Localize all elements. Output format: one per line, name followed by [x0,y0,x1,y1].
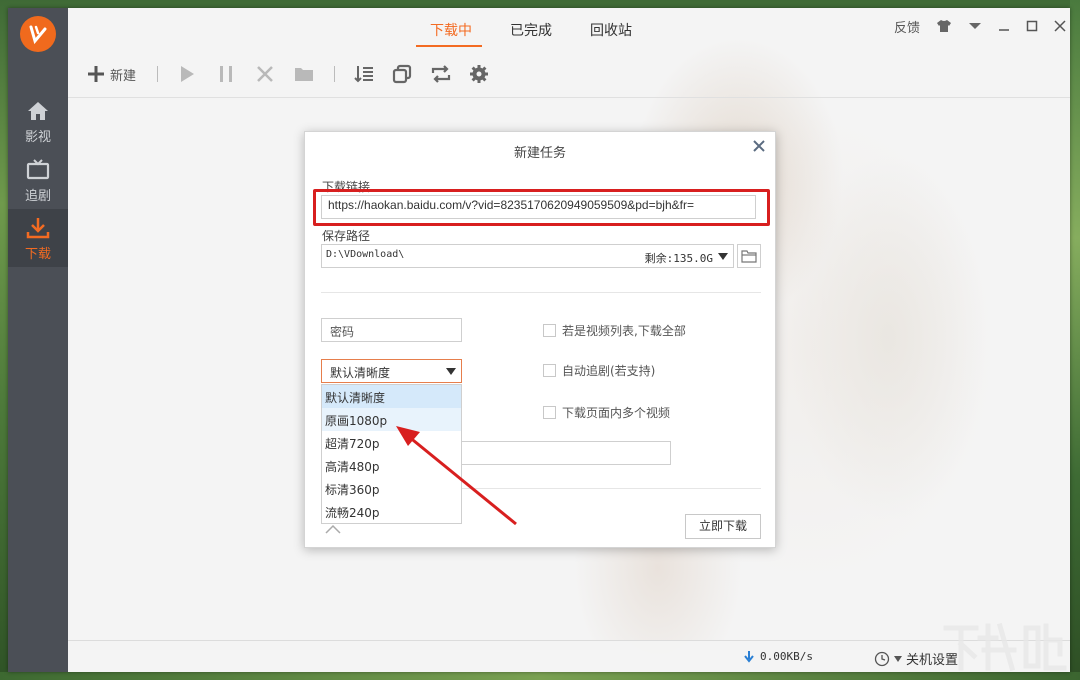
tab-completed[interactable]: 已完成 [510,20,552,40]
folder-icon [741,250,757,263]
url-input[interactable]: https://haokan.baidu.com/v?vid=823517062… [321,195,756,219]
sidebar-item-label: 下载 [24,247,51,262]
sort-button[interactable] [354,62,374,86]
close-icon [1054,20,1066,32]
feedback-link[interactable]: 反馈 [894,17,920,36]
download-icon [26,218,50,239]
open-folder-button[interactable] [294,62,314,86]
download-now-button[interactable]: 立即下载 [685,514,761,539]
quality-option-360p[interactable]: 标清360p [322,477,461,500]
active-tab-indicator [416,45,482,47]
close-icon[interactable] [751,138,767,154]
plus-icon [88,66,104,82]
divider [321,292,761,293]
sidebar-item-movies[interactable]: 影视 [8,92,68,150]
toolbar-divider [334,66,335,82]
speed-value: 0.00KB/s [760,650,813,663]
refresh-button[interactable] [430,62,452,86]
minimize-button[interactable] [998,20,1010,32]
extra-input-field[interactable] [457,441,671,465]
checkbox-box[interactable] [543,364,556,377]
tab-downloading[interactable]: 下载中 [430,20,472,40]
watermark-logo [943,622,1067,672]
sidebar-item-label: 追剧 [24,189,51,204]
skin-button[interactable] [936,19,952,33]
checkbox-label: 下载页面内多个视频 [562,406,671,420]
save-path-value: D:\VDownload\ [326,249,405,260]
chevron-down-icon [718,253,728,260]
url-label: 下载链接 [322,180,371,194]
checkbox-box[interactable] [543,406,556,419]
toolbar-divider [157,66,158,82]
checkbox-download-all[interactable]: 若是视频列表,下载全部 [543,322,686,339]
quality-option-480p[interactable]: 高清480p [322,454,461,477]
sort-icon [354,66,373,83]
browse-folder-button[interactable] [737,244,761,268]
new-task-dialog: 新建任务 下载链接 https://haokan.baidu.com/v?vid… [304,131,776,548]
chevron-up-icon[interactable] [325,524,341,534]
desktop-bottom-edge [0,672,1080,680]
play-icon [181,66,194,82]
quality-option-default[interactable]: 默认清晰度 [322,385,461,408]
gear-icon [470,65,488,83]
settings-button[interactable] [469,62,489,86]
quality-select[interactable]: 默认清晰度 [321,359,462,383]
app-window: 影视 追剧 下载 下载中 已完成 回收站 反馈 新建 新建任务 下载链接 htt… [8,8,1070,672]
checkbox-label: 自动追剧(若支持) [562,364,656,378]
maximize-button[interactable] [1026,20,1038,32]
quality-selected-value: 默认清晰度 [330,366,391,380]
checkbox-box[interactable] [543,324,556,337]
home-icon [28,102,48,120]
minimize-icon [999,29,1009,31]
checkbox-auto-follow[interactable]: 自动追剧(若支持) [543,362,655,379]
caret-down-icon [894,655,902,662]
start-button[interactable] [178,62,196,86]
save-path-select[interactable]: D:\VDownload\ 剩余:135.0G [321,244,734,268]
quality-dropdown: 默认清晰度 原画1080p 超清720p 高清480p 标清360p 流畅240… [321,384,462,524]
top-bar: 下载中 已完成 回收站 反馈 [68,8,1070,50]
password-input[interactable]: 密码 [321,318,462,342]
repeat-icon [431,65,451,83]
new-task-label: 新建 [110,68,137,84]
quality-option-1080p[interactable]: 原画1080p [322,408,461,431]
status-bar: 0.00KB/s 关机设置 [68,640,1070,672]
new-task-button[interactable]: 新建 [86,62,136,86]
quality-option-720p[interactable]: 超清720p [322,431,461,454]
checkbox-multi-video[interactable]: 下载页面内多个视频 [543,404,670,421]
shirt-icon [937,20,951,32]
pause-icon [220,66,232,82]
download-speed: 0.00KB/s [744,650,813,663]
checkbox-label: 若是视频列表,下载全部 [562,324,686,338]
toolbar-divider-line [68,97,1070,98]
clock-icon [874,651,890,666]
delete-button[interactable] [256,62,274,86]
sidebar-item-download[interactable]: 下载 [8,209,68,267]
sidebar: 影视 追剧 下载 [8,8,68,672]
chevron-down-icon [969,23,981,29]
copy-link-button[interactable] [392,62,412,86]
logo-icon [29,25,47,45]
sidebar-item-label: 影视 [24,130,51,145]
app-logo [20,16,56,52]
sidebar-item-series[interactable]: 追剧 [8,151,68,209]
window-controls: 反馈 [878,14,1070,38]
arrow-down-icon [744,650,754,663]
dialog-title: 新建任务 [513,146,566,161]
copy-icon [392,64,412,84]
quality-option-240p[interactable]: 流畅240p [322,500,461,523]
toolbar: 新建 [68,58,1070,90]
desktop-edge [1070,0,1080,680]
save-path-label: 保存路径 [322,229,371,243]
tab-recycle-bin[interactable]: 回收站 [590,20,632,40]
free-space-label: 剩余:135.0G [644,252,713,265]
caret-down-icon [446,368,456,375]
close-window-button[interactable] [1054,20,1066,32]
tv-icon [26,159,50,180]
pause-button[interactable] [217,62,235,86]
x-icon [257,66,273,82]
maximize-icon [1026,20,1038,32]
menu-button[interactable] [968,21,982,31]
folder-icon [295,68,313,81]
